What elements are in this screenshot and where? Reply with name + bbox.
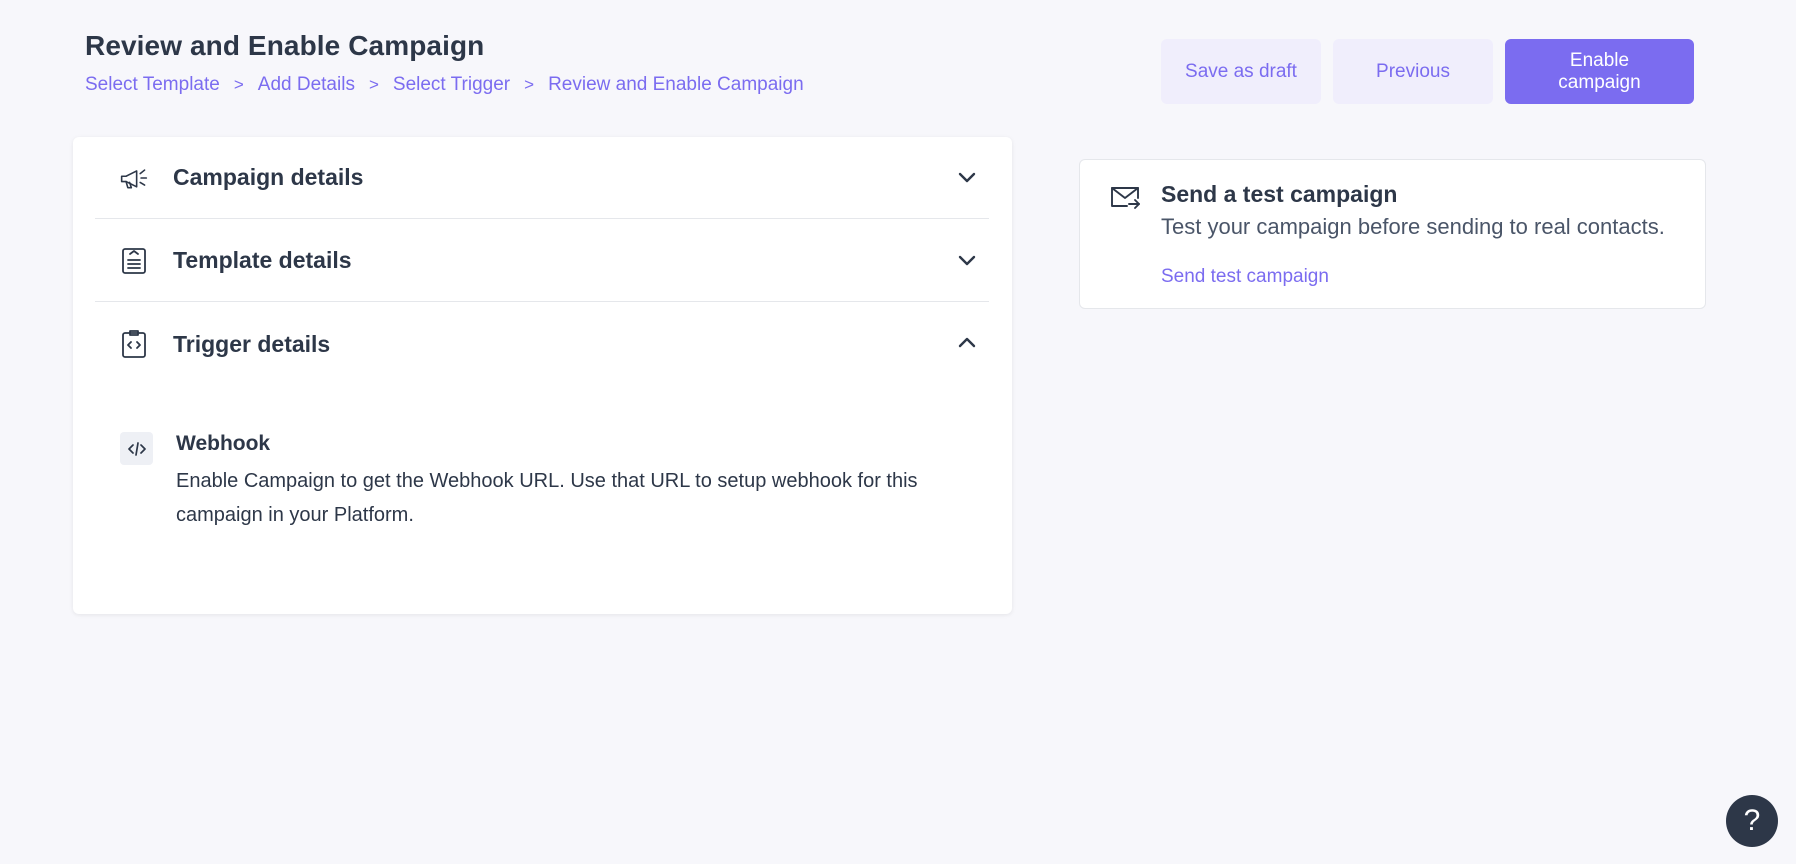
breadcrumb-add-details[interactable]: Add Details: [258, 74, 355, 96]
send-test-campaign-link[interactable]: Send test campaign: [1161, 266, 1329, 288]
save-draft-button[interactable]: Save as draft: [1161, 39, 1321, 104]
breadcrumb-select-trigger[interactable]: Select Trigger: [393, 74, 510, 96]
chevron-down-icon[interactable]: [955, 165, 979, 189]
webhook-title: Webhook: [176, 432, 271, 455]
chevron-up-icon[interactable]: [955, 331, 979, 355]
megaphone-icon: [119, 163, 149, 193]
accordion-campaign-details[interactable]: Campaign details: [95, 137, 989, 219]
webhook-description: Enable Campaign to get the Webhook URL. …: [176, 470, 918, 526]
accordion-template-details[interactable]: Template details: [95, 220, 989, 302]
accordion-trigger-details[interactable]: Trigger details: [95, 303, 989, 385]
webhook-body: Webhook Enable Campaign to get the Webho…: [176, 432, 936, 532]
page-title: Review and Enable Campaign: [85, 30, 485, 61]
help-button[interactable]: ?: [1726, 795, 1778, 847]
breadcrumb-separator: >: [368, 75, 379, 94]
breadcrumb-separator: >: [524, 75, 535, 94]
enable-campaign-button[interactable]: Enable campaign: [1505, 39, 1694, 104]
test-campaign-subtitle: Test your campaign before sending to rea…: [1161, 214, 1665, 239]
breadcrumb: Select Template > Add Details > Select T…: [85, 74, 804, 96]
test-campaign-title: Send a test campaign: [1161, 181, 1398, 207]
accordion-label: Template details: [173, 247, 352, 273]
accordion-label: Campaign details: [173, 164, 364, 190]
template-icon: [119, 246, 149, 276]
code-clipboard-icon: [119, 329, 149, 359]
code-icon: [120, 432, 153, 465]
breadcrumb-separator: >: [233, 75, 244, 94]
breadcrumb-select-template[interactable]: Select Template: [85, 74, 220, 96]
test-campaign-card: Send a test campaign Test your campaign …: [1079, 159, 1706, 309]
page: Review and Enable Campaign Select Templa…: [0, 0, 1796, 864]
breadcrumb-review-enable[interactable]: Review and Enable Campaign: [548, 74, 804, 96]
campaign-review-card: Campaign details Template details Trigge…: [73, 137, 1012, 614]
mail-send-icon: [1109, 184, 1141, 216]
chevron-down-icon[interactable]: [955, 248, 979, 272]
header-actions: Save as draft Previous Enable campaign: [1161, 39, 1694, 104]
accordion-label: Trigger details: [173, 330, 331, 357]
previous-button[interactable]: Previous: [1333, 39, 1493, 104]
webhook-trigger: Webhook Enable Campaign to get the Webho…: [120, 432, 940, 532]
